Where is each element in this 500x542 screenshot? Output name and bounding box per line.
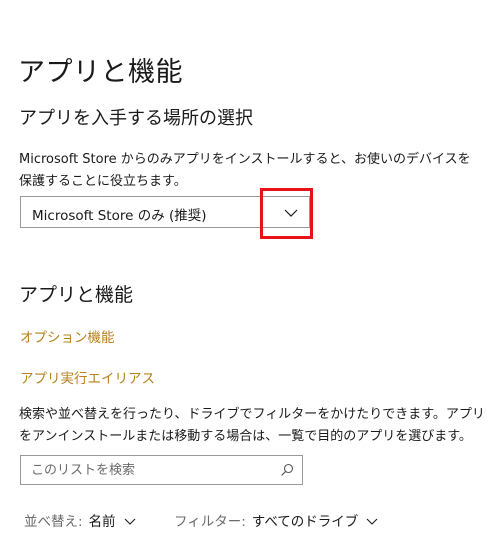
- optional-features-link[interactable]: オプション機能: [20, 326, 115, 346]
- search-input[interactable]: [21, 456, 281, 484]
- filter-dropdown[interactable]: フィルター: すべてのドライブ: [174, 510, 378, 530]
- search-icon[interactable]: [280, 463, 294, 477]
- filter-value: すべてのドライブ: [251, 514, 359, 530]
- page-title: アプリと機能: [18, 57, 183, 88]
- chevron-down-icon: [366, 518, 378, 525]
- sort-value: 名前: [88, 514, 116, 530]
- chevron-down-icon[interactable]: [283, 205, 299, 221]
- install-source-dropdown[interactable]: Microsoft Store のみ (推奨): [20, 196, 310, 228]
- search-box[interactable]: [20, 455, 303, 485]
- install-source-heading: アプリを入手する場所の選択: [19, 108, 253, 129]
- apps-features-heading: アプリと機能: [19, 284, 134, 306]
- app-execution-aliases-link[interactable]: アプリ実行エイリアス: [20, 367, 155, 387]
- install-source-description: Microsoft Store からのみアプリをインストールすると、お使いのデバ…: [19, 152, 471, 189]
- sort-label: 並べ替え:: [24, 514, 83, 530]
- sort-dropdown[interactable]: 並べ替え: 名前: [24, 510, 136, 530]
- filter-label: フィルター:: [174, 514, 246, 530]
- apps-features-page: アプリと機能 アプリを入手する場所の選択 Microsoft Store からの…: [0, 0, 500, 542]
- install-source-dropdown-value: Microsoft Store のみ (推奨): [32, 208, 207, 224]
- apps-list-description: 検索や並べ替えを行ったり、ドライブでフィルターをかけたりできます。アプリをアンイ…: [19, 407, 485, 444]
- chevron-down-icon: [124, 518, 135, 525]
